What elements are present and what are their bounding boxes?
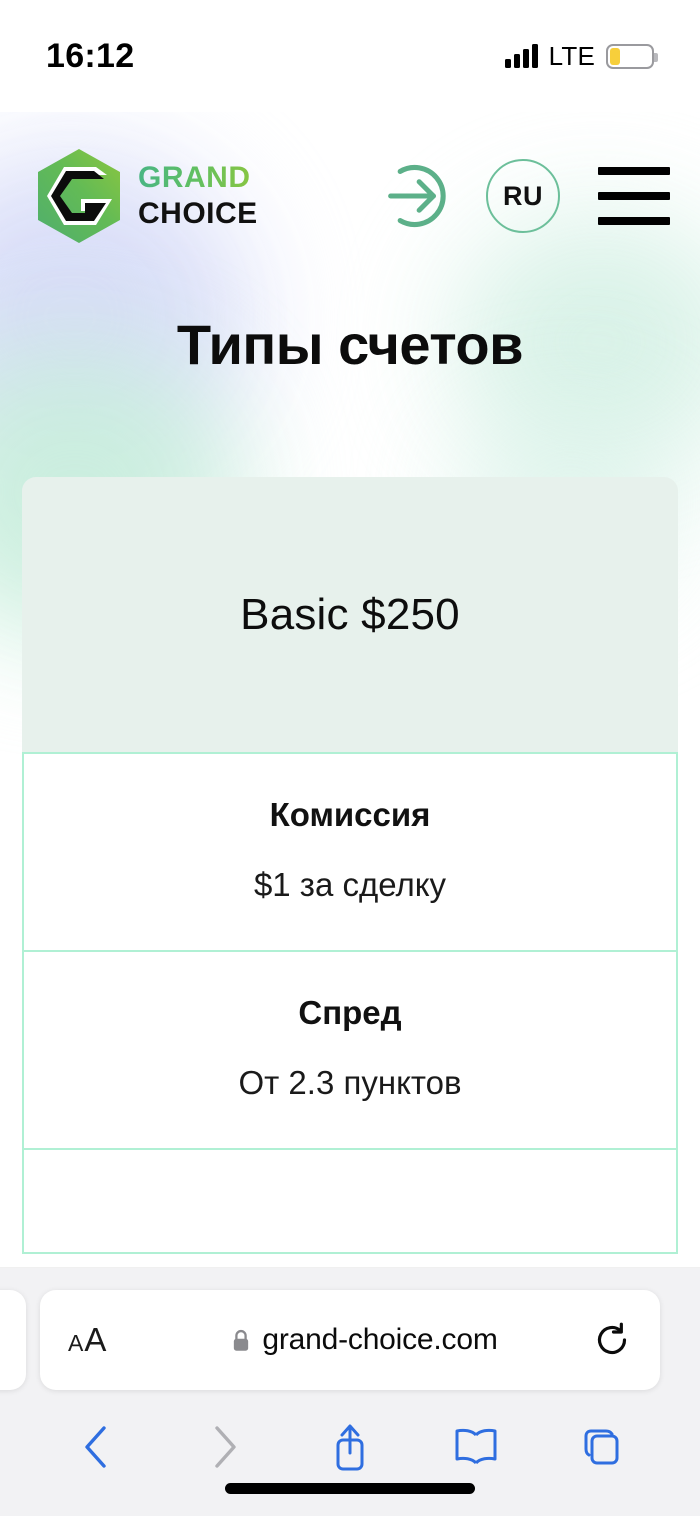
logo-line-choice: CHOICE <box>138 197 258 230</box>
network-type-label: LTE <box>548 40 595 71</box>
chevron-left-icon <box>85 1426 106 1468</box>
account-type-card: Basic $250 Комиссия $1 за сделку Спред О… <box>22 477 678 1254</box>
chevron-right-icon <box>214 1426 236 1468</box>
web-page-viewport: GRAND CHOICE RU Типы счетов Basic $250 К… <box>0 112 700 1268</box>
share-button[interactable] <box>318 1415 382 1479</box>
signal-bars-icon <box>504 44 538 68</box>
table-row <box>24 1150 676 1252</box>
grand-choice-hexagon-logo-icon <box>38 149 120 243</box>
status-indicators: LTE <box>504 40 658 72</box>
header-actions: RU <box>378 158 670 234</box>
tabs-button[interactable] <box>571 1415 635 1479</box>
battery-low-power-icon <box>606 43 658 69</box>
bookmarks-button[interactable] <box>444 1415 508 1479</box>
language-switcher-button[interactable]: RU <box>486 159 560 233</box>
text-size-small-a: A <box>68 1330 84 1356</box>
logo-line-grand: GRAND <box>138 163 258 193</box>
account-card-header: Basic $250 <box>22 477 678 752</box>
site-logo[interactable]: GRAND CHOICE <box>34 147 258 245</box>
book-icon <box>455 1428 497 1465</box>
status-bar: 16:12 LTE <box>0 0 700 112</box>
url-text: grand-choice.com <box>262 1323 498 1356</box>
reload-icon[interactable] <box>592 1320 632 1360</box>
browser-toolbar <box>0 1408 700 1486</box>
text-size-big-a: A <box>84 1321 107 1358</box>
lock-icon <box>234 1329 249 1351</box>
tabs-icon <box>584 1429 619 1465</box>
account-card-title: Basic $250 <box>240 589 460 639</box>
spec-value: $1 за сделку <box>253 866 447 903</box>
logo-wordmark: GRAND CHOICE <box>138 163 258 229</box>
spec-label: Комиссия <box>269 796 431 833</box>
login-arrow-circle-icon[interactable] <box>378 158 454 234</box>
address-bar[interactable]: A A grand-choice.com <box>40 1290 660 1390</box>
account-specs-table: Комиссия $1 за сделку Спред От 2.3 пункт… <box>22 752 678 1254</box>
site-header: GRAND CHOICE RU <box>0 112 700 245</box>
page-title: Типы счетов <box>176 313 524 376</box>
text-size-button[interactable]: A A <box>68 1321 138 1359</box>
phone-screen: 16:12 LTE GRAND CHOICE RU Типы счетов Ba… <box>0 0 700 1516</box>
back-button[interactable] <box>65 1415 129 1479</box>
home-indicator <box>225 1483 475 1494</box>
adjacent-tab-preview[interactable] <box>0 1290 26 1390</box>
spec-value: От 2.3 пунктов <box>238 1064 462 1101</box>
share-icon <box>336 1424 364 1471</box>
table-row: Спред От 2.3 пунктов <box>24 952 676 1150</box>
url-display[interactable]: grand-choice.com <box>138 1323 592 1357</box>
language-code-label: RU <box>503 180 543 211</box>
hamburger-menu-icon[interactable] <box>598 167 670 225</box>
status-time: 16:12 <box>46 36 135 75</box>
browser-bottom-bar: A A grand-choice.com <box>0 1268 700 1516</box>
forward-button[interactable] <box>192 1415 256 1479</box>
table-row: Комиссия $1 за сделку <box>24 754 676 952</box>
spec-label: Спред <box>298 994 402 1031</box>
